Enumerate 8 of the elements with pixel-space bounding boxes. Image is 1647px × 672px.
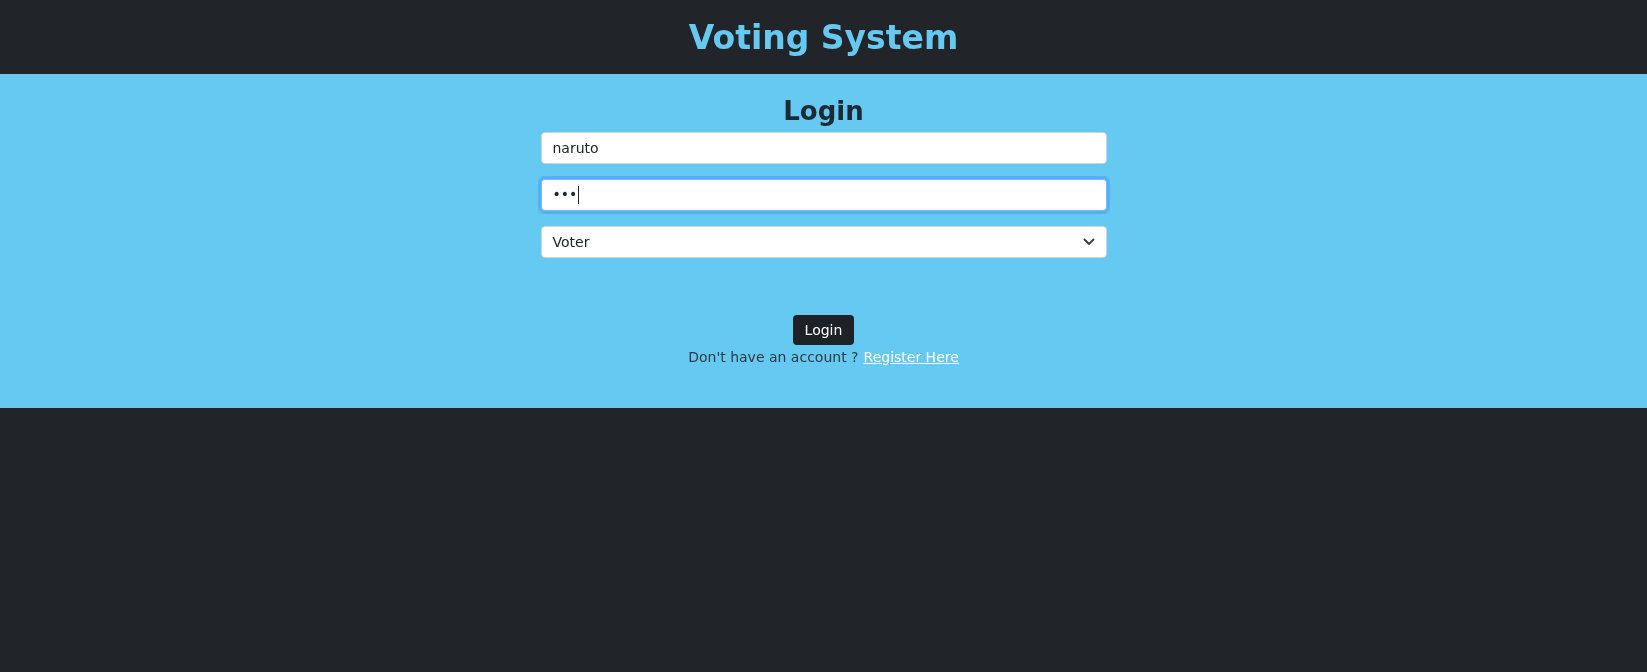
register-prompt: Don't have an account ? (688, 349, 859, 365)
role-select[interactable]: Voter (540, 226, 1107, 258)
login-heading: Login (783, 96, 864, 126)
chevron-down-icon (1082, 238, 1095, 246)
login-button[interactable]: Login (792, 315, 855, 345)
site-title: Voting System (688, 17, 959, 57)
password-field[interactable]: ••• (540, 179, 1107, 211)
username-field[interactable]: naruto (540, 132, 1107, 164)
